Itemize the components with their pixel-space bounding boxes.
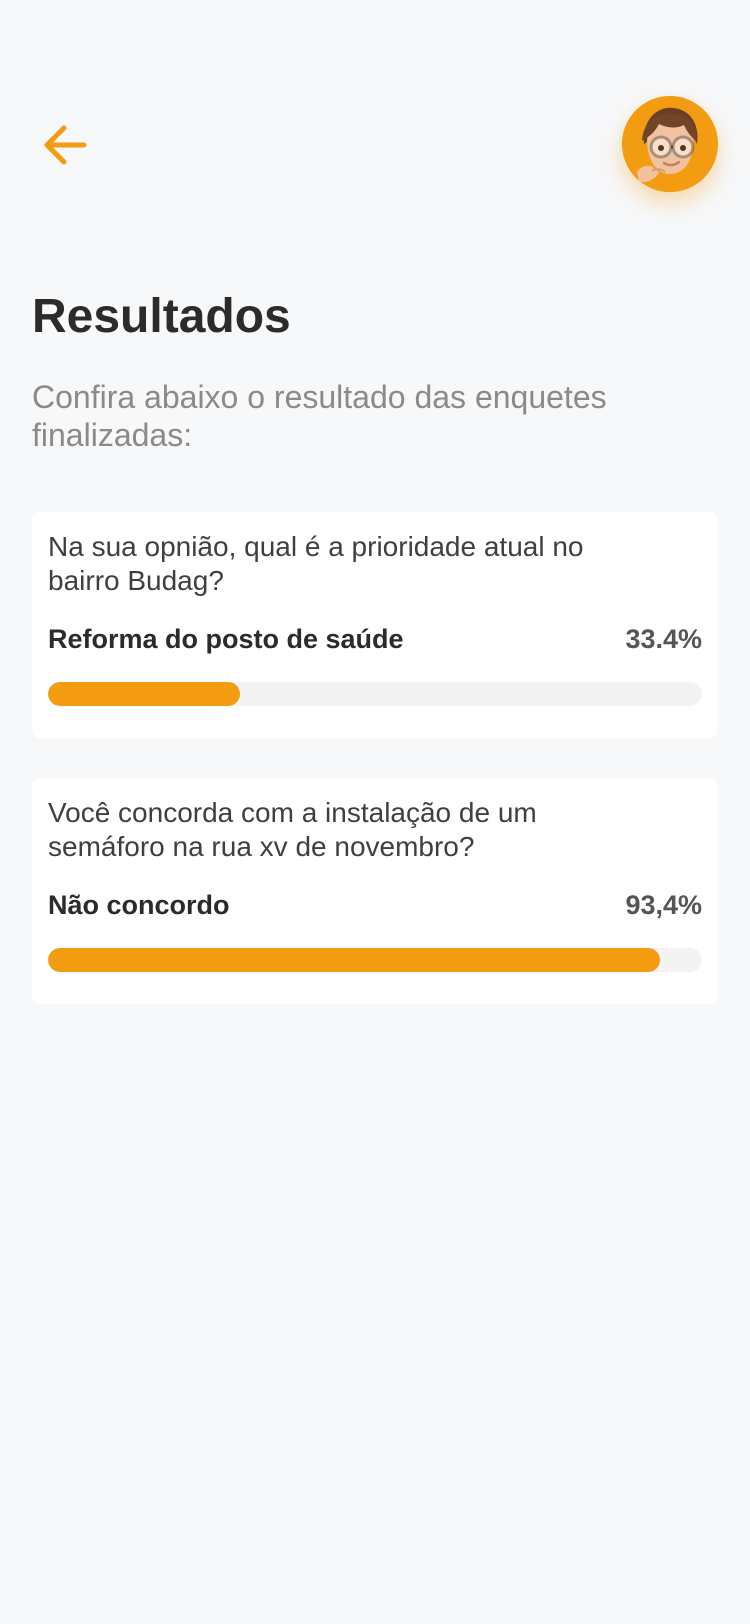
winning-option-percentage: 93,4% (625, 890, 702, 920)
poll-result-card: Você concorda com a instalação de um sem… (32, 778, 718, 1004)
result-progress-fill (48, 682, 241, 706)
winning-option-label: Não concordo (48, 890, 230, 920)
result-progress-track (48, 682, 702, 706)
winning-option-percentage: 33.4% (625, 624, 702, 654)
winning-option-label: Reforma do posto de saúde (48, 624, 404, 654)
avatar[interactable] (622, 96, 718, 192)
arrow-left-icon (44, 125, 87, 165)
result-row: Reforma do posto de saúde 33.4% (48, 624, 702, 655)
result-progress-fill (48, 948, 661, 972)
poll-question: Você concorda com a instalação de um sem… (48, 797, 537, 862)
back-button[interactable] (30, 110, 100, 180)
poll-question: Na sua opnião, qual é a prioridade atual… (48, 531, 584, 596)
result-progress-track (48, 948, 702, 972)
result-row: Não concordo 93,4% (48, 890, 702, 921)
page-title: Resultados (32, 290, 291, 343)
page-subtitle: Confira abaixo o resultado das enquetes … (32, 379, 607, 453)
user-avatar-icon (622, 96, 718, 192)
poll-result-card: Na sua opnião, qual é a prioridade atual… (32, 512, 718, 738)
